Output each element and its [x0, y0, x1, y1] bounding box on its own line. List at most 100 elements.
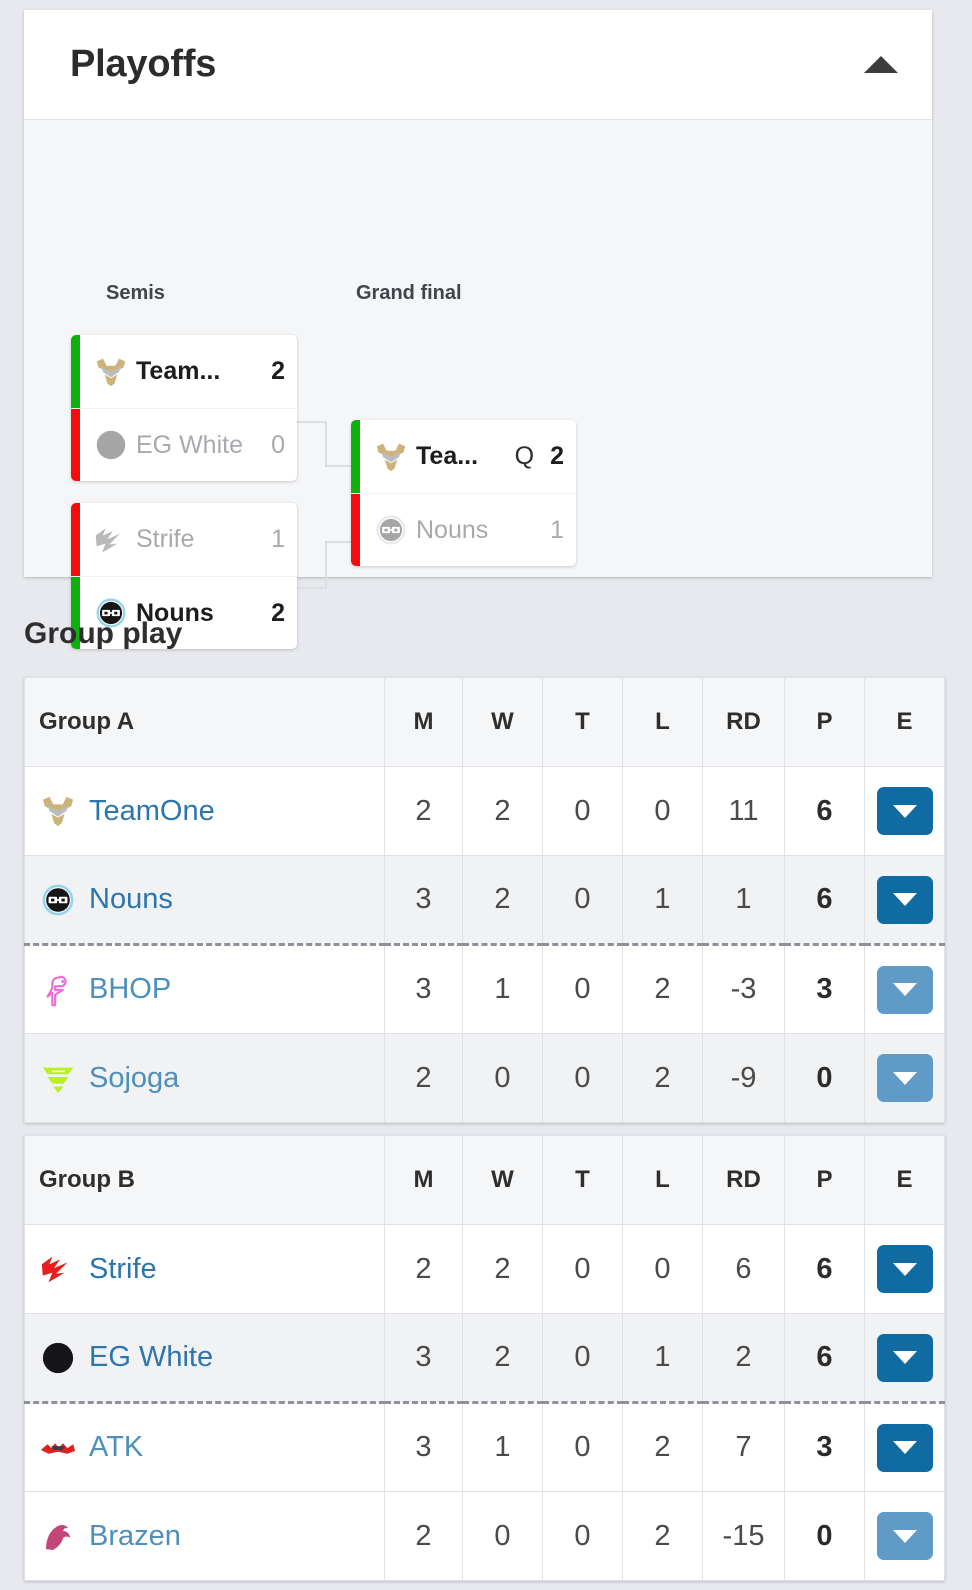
- cell-expand[interactable]: [864, 1224, 945, 1314]
- expand-button[interactable]: [876, 787, 933, 835]
- team-cell[interactable]: Brazen: [24, 1491, 385, 1581]
- qualified-marker: Q: [514, 442, 535, 470]
- cell-round-diff: 7: [702, 1402, 785, 1492]
- team-cell[interactable]: Sojoga: [24, 1033, 385, 1123]
- group-a-table: Group A M W T L RD P E TeamOne 2 2 0 0 1…: [24, 677, 945, 1123]
- team-link[interactable]: Strife: [89, 1253, 157, 1286]
- expand-button[interactable]: [876, 1054, 933, 1102]
- triangle-down-icon: [892, 1262, 917, 1276]
- column-header-m: M: [384, 1135, 463, 1225]
- cell-expand[interactable]: [864, 855, 945, 946]
- team-score: 2: [271, 598, 285, 627]
- bracket-match-row[interactable]: Tea... Q 2: [351, 420, 576, 493]
- teamone-logo: [373, 441, 409, 473]
- table-row[interactable]: Sojoga 2 0 0 2 -9 0: [24, 1033, 945, 1123]
- triangle-down-icon: [892, 1351, 917, 1364]
- bracket-match-row[interactable]: Nouns 1: [351, 493, 576, 566]
- cell-round-diff: 11: [702, 766, 785, 856]
- bracket-match-semi-1[interactable]: Team... 2 EG White 0: [71, 335, 297, 481]
- cell-expand[interactable]: [864, 1033, 945, 1123]
- triangle-down-icon: [892, 1071, 917, 1085]
- expand-button[interactable]: [876, 1423, 933, 1472]
- column-header-e: E: [864, 677, 945, 767]
- team-name: Nouns: [416, 515, 489, 544]
- table-row[interactable]: EG White 3 2 0 1 2 6: [24, 1313, 945, 1404]
- cell-wins: 2: [462, 855, 543, 946]
- team-link[interactable]: BHOP: [89, 973, 171, 1006]
- expand-button[interactable]: [876, 1245, 933, 1293]
- column-header-l: L: [622, 677, 703, 767]
- bracket-match-grand-final[interactable]: Tea... Q 2 Nouns 1: [351, 420, 576, 566]
- cell-matches: 3: [384, 855, 463, 946]
- table-row[interactable]: BHOP 3 1 0 2 -3 3: [24, 944, 945, 1034]
- cell-round-diff: 1: [702, 855, 785, 946]
- column-header-p: P: [784, 1135, 865, 1225]
- team-link[interactable]: EG White: [89, 1341, 213, 1374]
- team-cell[interactable]: Strife: [24, 1224, 385, 1314]
- table-row[interactable]: Strife 2 2 0 0 6 6: [24, 1224, 945, 1314]
- team-link[interactable]: Brazen: [89, 1520, 181, 1553]
- cell-ties: 0: [542, 1491, 623, 1581]
- table-row[interactable]: Brazen 2 0 0 2 -15 0: [24, 1491, 945, 1581]
- team-score: 1: [271, 525, 285, 553]
- cell-matches: 3: [384, 944, 463, 1034]
- result-bar-win: [71, 335, 80, 408]
- team-score: 1: [550, 515, 564, 544]
- cell-matches: 2: [384, 1491, 463, 1581]
- cell-expand[interactable]: [864, 1313, 945, 1404]
- egwhite-logo: [93, 429, 129, 461]
- playoffs-header[interactable]: Playoffs: [24, 10, 932, 120]
- bracket-match-row[interactable]: EG White 0: [71, 408, 297, 481]
- bracket-connector: [325, 541, 327, 589]
- bracket-body: Semis Grand final Team... 2 EG White 0 S…: [24, 120, 932, 649]
- table-row[interactable]: ATK 3 1 0 2 7 3: [24, 1402, 945, 1492]
- cell-ties: 0: [542, 944, 623, 1034]
- group-b-table: Group B M W T L RD P E Strife 2 2 0 0 6 …: [24, 1135, 945, 1581]
- cell-wins: 2: [462, 1313, 543, 1404]
- team-cell[interactable]: TeamOne: [24, 766, 385, 856]
- cell-expand[interactable]: [864, 766, 945, 856]
- cell-expand[interactable]: [864, 944, 945, 1034]
- cell-round-diff: 2: [702, 1313, 785, 1404]
- cell-losses: 2: [622, 1491, 703, 1581]
- table-header-row: Group A M W T L RD P E: [24, 677, 945, 767]
- triangle-up-icon[interactable]: [864, 56, 898, 73]
- column-header-rd: RD: [702, 1135, 785, 1225]
- triangle-down-icon: [892, 1441, 917, 1454]
- result-bar-lose: [351, 494, 360, 566]
- expand-button[interactable]: [876, 1512, 933, 1560]
- team-cell[interactable]: EG White: [24, 1313, 385, 1404]
- team-cell[interactable]: Nouns: [24, 855, 385, 946]
- group-play-heading: Group play: [24, 617, 183, 650]
- result-bar-lose: [71, 409, 80, 481]
- cell-round-diff: -15: [702, 1491, 785, 1581]
- egwhite-logo: [39, 1341, 77, 1375]
- team-cell[interactable]: BHOP: [24, 944, 385, 1034]
- team-link[interactable]: TeamOne: [89, 795, 215, 828]
- team-cell[interactable]: ATK: [24, 1402, 385, 1492]
- team-score: 2: [271, 357, 285, 385]
- table-row[interactable]: TeamOne 2 2 0 0 11 6: [24, 766, 945, 856]
- bracket-match-row[interactable]: Strife 1: [71, 503, 297, 576]
- cell-losses: 0: [622, 766, 703, 856]
- cell-wins: 2: [462, 1224, 543, 1314]
- column-header-w: W: [462, 1135, 543, 1225]
- cell-expand[interactable]: [864, 1402, 945, 1492]
- tournament-page: Playoffs Semis Grand final Team... 2 EG …: [0, 0, 972, 1590]
- team-link[interactable]: ATK: [89, 1431, 143, 1464]
- bracket-match-row[interactable]: Team... 2: [71, 335, 297, 408]
- triangle-down-icon: [892, 804, 917, 818]
- team-link[interactable]: Sojoga: [89, 1062, 179, 1095]
- team-name: EG White: [136, 430, 243, 459]
- team-link[interactable]: Nouns: [89, 883, 173, 916]
- cell-ties: 0: [542, 1402, 623, 1492]
- cell-expand[interactable]: [864, 1491, 945, 1581]
- triangle-down-icon: [892, 1529, 917, 1543]
- table-row[interactable]: Nouns 3 2 0 1 1 6: [24, 855, 945, 946]
- team-name: Tea...: [416, 442, 479, 470]
- cell-points: 0: [784, 1491, 865, 1581]
- expand-button[interactable]: [876, 965, 933, 1014]
- expand-button[interactable]: [876, 875, 933, 924]
- expand-button[interactable]: [876, 1333, 933, 1382]
- bracket-connector: [297, 587, 327, 589]
